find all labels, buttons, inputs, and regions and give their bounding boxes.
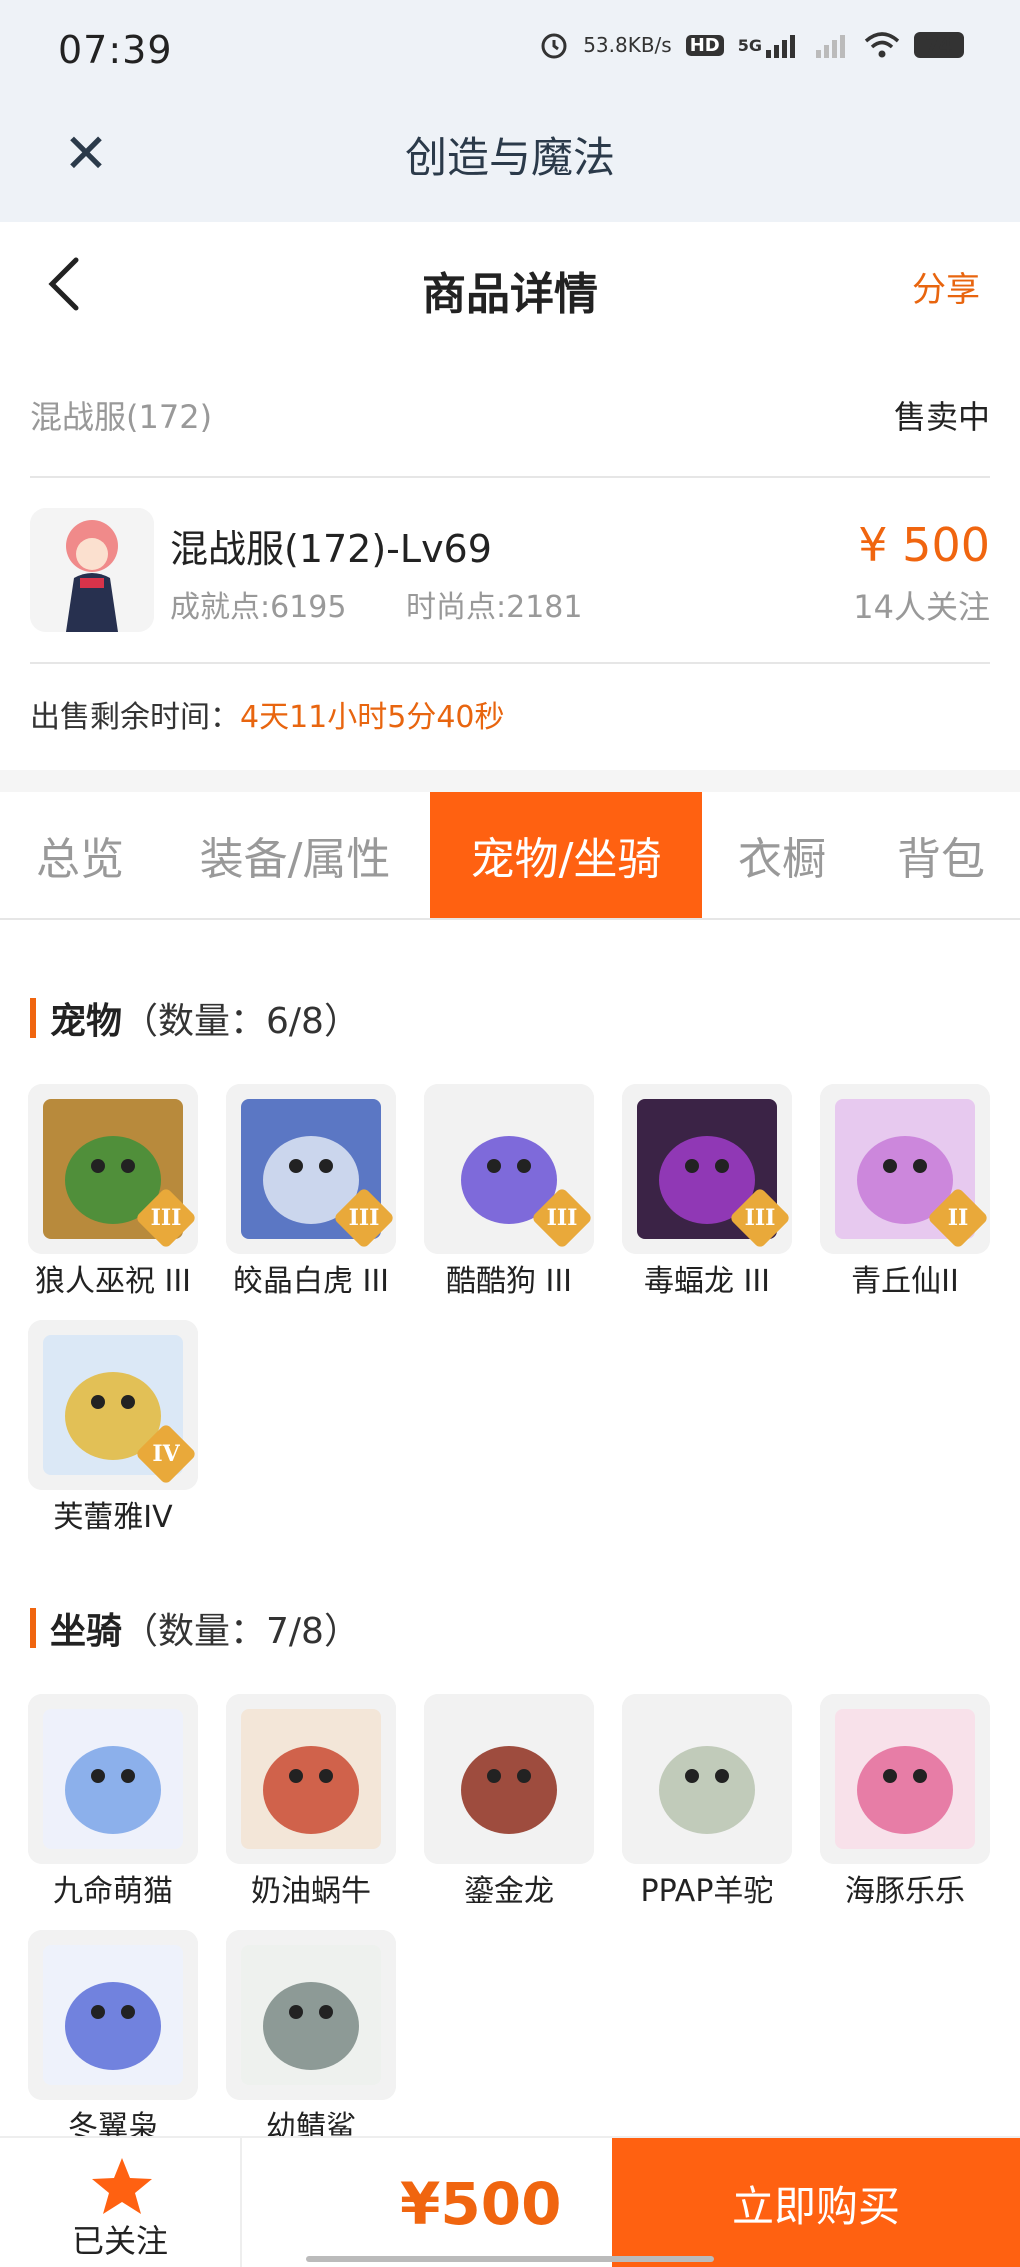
pet-card[interactable]: III 狼人巫祝 III — [28, 1084, 198, 1300]
app-bar: ✕ 创造与魔法 — [0, 110, 1020, 222]
remaining-value: 4天11小时5分40秒 — [240, 700, 505, 735]
mount-image — [622, 1694, 792, 1864]
pet-card[interactable]: IV 芙蕾雅IV — [28, 1320, 198, 1536]
follow-button[interactable]: 已关注 — [0, 2138, 242, 2267]
tab-pets-mounts[interactable]: 宠物/坐骑 — [430, 792, 702, 918]
pet-name: 皎晶白虎 III — [232, 1264, 390, 1299]
fashion-points: 时尚点:2181 — [406, 590, 583, 625]
tier-badge-icon: III — [530, 1186, 594, 1250]
tier-badge-icon: IV — [134, 1422, 198, 1486]
star-icon — [92, 2158, 152, 2214]
tab-wardrobe[interactable]: 衣橱 — [702, 792, 862, 918]
pet-name: 毒蝠龙 III — [643, 1264, 771, 1299]
mount-image — [28, 1694, 198, 1864]
server-name: 混战服(172) — [30, 398, 213, 436]
wifi-icon — [864, 31, 900, 59]
net-speed: 53.8 KB/s — [583, 33, 672, 57]
app-title: 创造与魔法 — [404, 133, 615, 182]
mount-card[interactable]: 冬翼枭 — [28, 1930, 198, 2146]
pet-image: III — [424, 1084, 594, 1254]
pet-name: 狼人巫祝 III — [34, 1264, 192, 1299]
mount-card[interactable]: 奶油蜗牛 — [226, 1694, 396, 1910]
follower-count: 14人关注 — [853, 588, 990, 626]
bottom-price: ¥500 — [400, 2170, 562, 2238]
mount-image — [820, 1694, 990, 1864]
section-accent-bar — [30, 1608, 36, 1648]
status-time: 07:39 — [58, 28, 173, 72]
mount-name: 鎏金龙 — [464, 1874, 554, 1909]
mount-image — [226, 1694, 396, 1864]
pet-image: III — [226, 1084, 396, 1254]
tab-equipment[interactable]: 装备/属性 — [160, 792, 430, 918]
hd-icon: HD — [685, 34, 724, 56]
battery-icon: 74 — [914, 32, 964, 58]
remaining-time: 出售剩余时间：4天11小时5分40秒 — [30, 692, 505, 736]
remaining-label: 出售剩余时间： — [30, 700, 240, 735]
pet-card[interactable]: III 毒蝠龙 III — [622, 1084, 792, 1300]
mounts-section-title: 坐骑 （数量：7/8） — [30, 1602, 360, 1654]
mount-name: 奶油蜗牛 — [251, 1874, 371, 1909]
signal-5g-icon: 5G — [738, 32, 800, 58]
sale-status: 售卖中 — [893, 398, 990, 436]
mount-card[interactable]: 海豚乐乐 — [820, 1694, 990, 1910]
pet-image: II — [820, 1084, 990, 1254]
tier-badge-icon: III — [332, 1186, 396, 1250]
alarm-icon — [539, 30, 569, 60]
status-icons: 53.8 KB/s HD 5G 74 — [539, 30, 964, 60]
page-title: 商品详情 — [422, 269, 598, 320]
character-name: 混战服(172)-Lv69 — [170, 527, 492, 571]
buy-now-button[interactable]: 立即购买 — [612, 2138, 1020, 2267]
character-stats: 成就点:6195 时尚点:2181 — [170, 582, 632, 626]
pet-name: 青丘仙II — [851, 1264, 959, 1299]
tab-overview[interactable]: 总览 — [0, 792, 160, 918]
mount-image — [28, 1930, 198, 2100]
pet-name: 芙蕾雅IV — [53, 1500, 173, 1535]
character-price: ¥ 500 — [858, 518, 990, 572]
pet-card[interactable]: III 皎晶白虎 III — [226, 1084, 396, 1300]
pet-name: 酷酷狗 III — [445, 1264, 573, 1299]
mount-card[interactable]: 九命萌猫 — [28, 1694, 198, 1910]
character-row[interactable]: 混战服(172)-Lv69 成就点:6195 时尚点:2181 ¥ 500 14… — [30, 482, 990, 664]
mount-image — [424, 1694, 594, 1864]
mount-image — [226, 1930, 396, 2100]
tab-bar: 总览 装备/属性 宠物/坐骑 衣橱 背包 — [0, 792, 1020, 920]
pet-image: III — [28, 1084, 198, 1254]
section-divider — [0, 770, 1020, 792]
mount-name: PPAP羊驼 — [640, 1874, 774, 1909]
achievement-points: 成就点:6195 — [170, 590, 347, 625]
tier-badge-icon: III — [728, 1186, 792, 1250]
signal-weak-icon — [814, 32, 850, 58]
pet-image: III — [622, 1084, 792, 1254]
pet-image: IV — [28, 1320, 198, 1490]
tier-badge-icon: III — [134, 1186, 198, 1250]
share-button[interactable]: 分享 — [912, 262, 980, 311]
server-row: 混战服(172) 售卖中 — [30, 378, 990, 478]
bottom-bar: 已关注 ¥500 立即购买 — [0, 2136, 1020, 2267]
pet-card[interactable]: II 青丘仙II — [820, 1084, 990, 1300]
follow-label: 已关注 — [71, 2222, 168, 2260]
pets-section-title: 宠物 （数量：6/8） — [30, 992, 360, 1044]
tier-badge-icon: II — [926, 1186, 990, 1250]
pet-card[interactable]: III 酷酷狗 III — [424, 1084, 594, 1300]
home-indicator — [306, 2256, 714, 2262]
section-accent-bar — [30, 998, 36, 1038]
mount-name: 海豚乐乐 — [845, 1874, 965, 1909]
mount-card[interactable]: 鎏金龙 — [424, 1694, 594, 1910]
nav-bar: 商品详情 分享 — [0, 222, 1020, 352]
mount-card[interactable]: 幼鲭鲨 — [226, 1930, 396, 2146]
avatar — [30, 508, 154, 632]
status-bar: 07:39 53.8 KB/s HD 5G 74 — [0, 0, 1020, 110]
tab-backpack[interactable]: 背包 — [862, 792, 1020, 918]
mount-name: 九命萌猫 — [53, 1874, 173, 1909]
mount-card[interactable]: PPAP羊驼 — [622, 1694, 792, 1910]
